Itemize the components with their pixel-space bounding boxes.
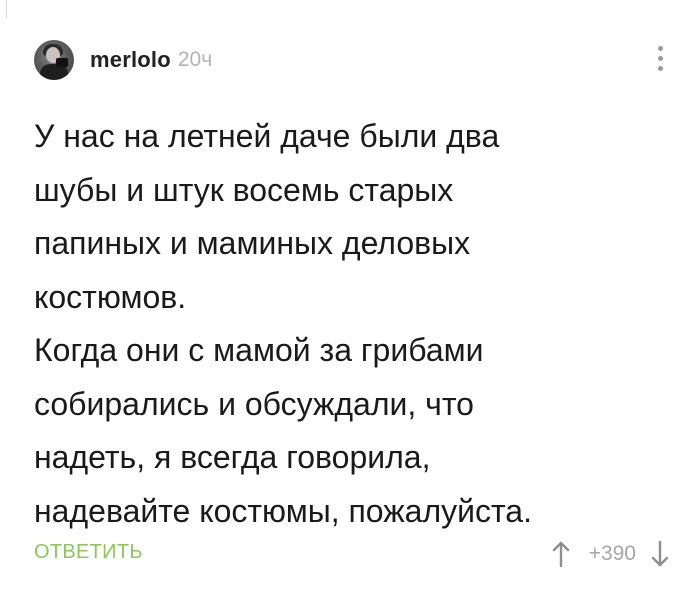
- rating-count: +390: [588, 542, 636, 565]
- arrow-up-icon[interactable]: [551, 539, 571, 569]
- menu-dot: [658, 66, 663, 71]
- vote-controls: +390: [551, 537, 670, 571]
- menu-dot: [658, 46, 663, 51]
- author-name[interactable]: merlolo: [90, 47, 171, 73]
- comment-header: merlolo 20ч: [34, 40, 212, 80]
- avatar-camera-shape: [56, 58, 68, 67]
- comment-footer: ОТВЕТИТЬ +390: [34, 537, 674, 571]
- more-vertical-icon[interactable]: [651, 44, 671, 74]
- comment: merlolo 20ч У нас на летней даче были дв…: [0, 0, 700, 592]
- menu-dot: [658, 56, 663, 61]
- comment-time: 20ч: [177, 48, 213, 71]
- avatar[interactable]: [34, 40, 74, 80]
- arrow-down-icon[interactable]: [650, 539, 670, 569]
- comment-body: У нас на летней даче были два шубы и шту…: [34, 118, 532, 529]
- reply-button[interactable]: ОТВЕТИТЬ: [34, 541, 143, 564]
